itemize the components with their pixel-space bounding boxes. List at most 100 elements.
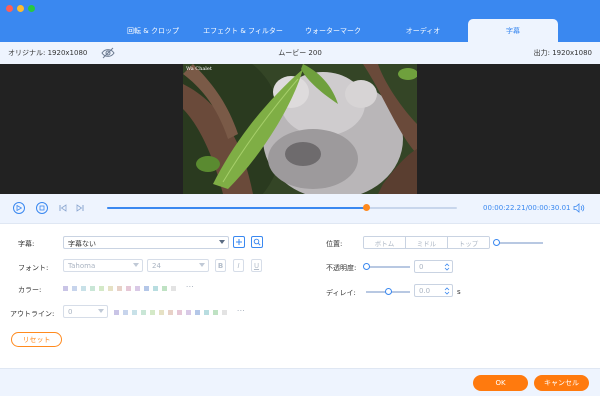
timeline-progress [107,207,366,209]
stop-button[interactable] [36,202,48,214]
color-swatch[interactable] [63,286,68,291]
color-swatch[interactable] [135,286,140,291]
color-swatch[interactable] [126,286,131,291]
movie-title: ムービー 200 [278,49,322,57]
color-swatch[interactable] [123,310,128,315]
outline-width-select[interactable]: 0 [63,305,108,318]
color-swatch[interactable] [177,310,182,315]
opacity-slider-handle[interactable] [363,263,370,270]
next-frame-button[interactable] [75,203,85,213]
font-family-value: Tahoma [68,262,96,270]
play-icon [16,205,22,211]
bold-button[interactable]: B [215,259,226,272]
chevron-down-icon [199,263,205,267]
tab-effects-filters[interactable]: エフェクト & フィルター [198,19,288,42]
color-swatch[interactable] [99,286,104,291]
color-swatch[interactable] [168,310,173,315]
skip-forward-icon [76,204,84,212]
color-swatch[interactable] [204,310,209,315]
font-size-select[interactable]: 24 [147,259,209,272]
play-button[interactable] [13,202,25,214]
position-middle[interactable]: ミドル [406,237,448,248]
color-swatch[interactable] [186,310,191,315]
color-swatch[interactable] [150,310,155,315]
more-colors-button[interactable]: ··· [186,283,194,291]
output-resolution: 出力: 1920x1080 [533,49,592,57]
opacity-label: 不透明度: [326,264,357,272]
tab-audio[interactable]: オーディオ [378,19,468,42]
color-swatch[interactable] [114,310,119,315]
more-outline-colors-button[interactable]: ··· [237,307,245,315]
timeline-playhead[interactable] [363,204,370,211]
tab-bar: 回転 & クロップ エフェクト & フィルター ウォーターマーク オーディオ 字… [108,19,558,42]
outline-label: アウトライン: [10,310,55,318]
color-swatch[interactable] [81,286,86,291]
font-size-value: 24 [152,262,161,270]
opacity-value: 0 [419,263,424,271]
koala-image [183,64,417,194]
color-swatch[interactable] [213,310,218,315]
italic-label: I [237,261,240,270]
ok-button[interactable]: OK [473,375,528,391]
outline-width-value: 0 [68,308,73,316]
opacity-stepper[interactable]: 0 [414,260,453,273]
position-slider[interactable] [493,239,543,246]
opacity-slider[interactable] [363,263,410,270]
position-top[interactable]: トップ [448,237,489,248]
color-swatch[interactable] [153,286,158,291]
italic-button[interactable]: I [233,259,244,272]
delay-slider-handle[interactable] [385,288,392,295]
delay-value: 0.0 [419,287,431,295]
color-swatch[interactable] [141,310,146,315]
stepper-arrows-icon[interactable] [444,262,450,272]
color-swatch[interactable] [90,286,95,291]
minimize-window-button[interactable] [17,5,24,12]
footer-bar: OK キャンセル [0,368,600,396]
tab-subtitle[interactable]: 字幕 [468,19,558,42]
zoom-window-button[interactable] [28,5,35,12]
stepper-arrows-icon[interactable] [444,286,450,296]
reset-button[interactable]: リセット [11,332,62,347]
underline-label: U [253,261,260,270]
search-subtitle-button[interactable] [251,236,263,248]
subtitle-select-value: 字幕ない [68,240,96,248]
timeline-slider[interactable] [107,204,457,211]
add-subtitle-button[interactable] [233,236,245,248]
info-bar: オリジナル: 1920x1080 ムービー 200 出力: 1920x1080 [0,42,600,64]
preview-area: Wa Chalet [0,64,600,194]
subtitle-select[interactable]: 字幕ない [63,236,229,249]
position-label: 位置: [326,240,343,248]
position-segmented-control: ボトム ミドル トップ [363,236,490,249]
close-window-button[interactable] [6,5,13,12]
color-swatch[interactable] [72,286,77,291]
tab-watermark[interactable]: ウォーターマーク [288,19,378,42]
color-swatch[interactable] [144,286,149,291]
color-swatch[interactable] [132,310,137,315]
skip-back-icon [59,204,67,212]
previous-frame-button[interactable] [58,203,68,213]
volume-icon[interactable] [573,203,585,213]
delay-unit: s [457,288,461,296]
subtitle-label: 字幕: [18,240,35,248]
underline-button[interactable]: U [251,259,262,272]
tab-rotate-crop[interactable]: 回転 & クロップ [108,19,198,42]
color-swatch[interactable] [222,310,227,315]
font-family-select[interactable]: Tahoma [63,259,143,272]
position-bottom[interactable]: ボトム [364,237,406,248]
cancel-button[interactable]: キャンセル [534,375,589,391]
video-frame: Wa Chalet [183,64,417,194]
color-swatch[interactable] [108,286,113,291]
color-swatch[interactable] [162,286,167,291]
delay-stepper[interactable]: 0.0 [414,284,453,297]
color-swatch[interactable] [171,286,176,291]
color-swatch[interactable] [117,286,122,291]
delay-slider[interactable] [366,288,410,295]
playback-controls: 00:00:22.21/00:00:30.01 [0,194,600,224]
color-swatch[interactable] [159,310,164,315]
position-slider-handle[interactable] [493,239,500,246]
font-label: フォント: [18,264,49,272]
color-swatch[interactable] [195,310,200,315]
chevron-down-icon [98,309,104,313]
delay-label: ディレイ: [326,289,356,297]
bold-label: B [217,261,224,270]
